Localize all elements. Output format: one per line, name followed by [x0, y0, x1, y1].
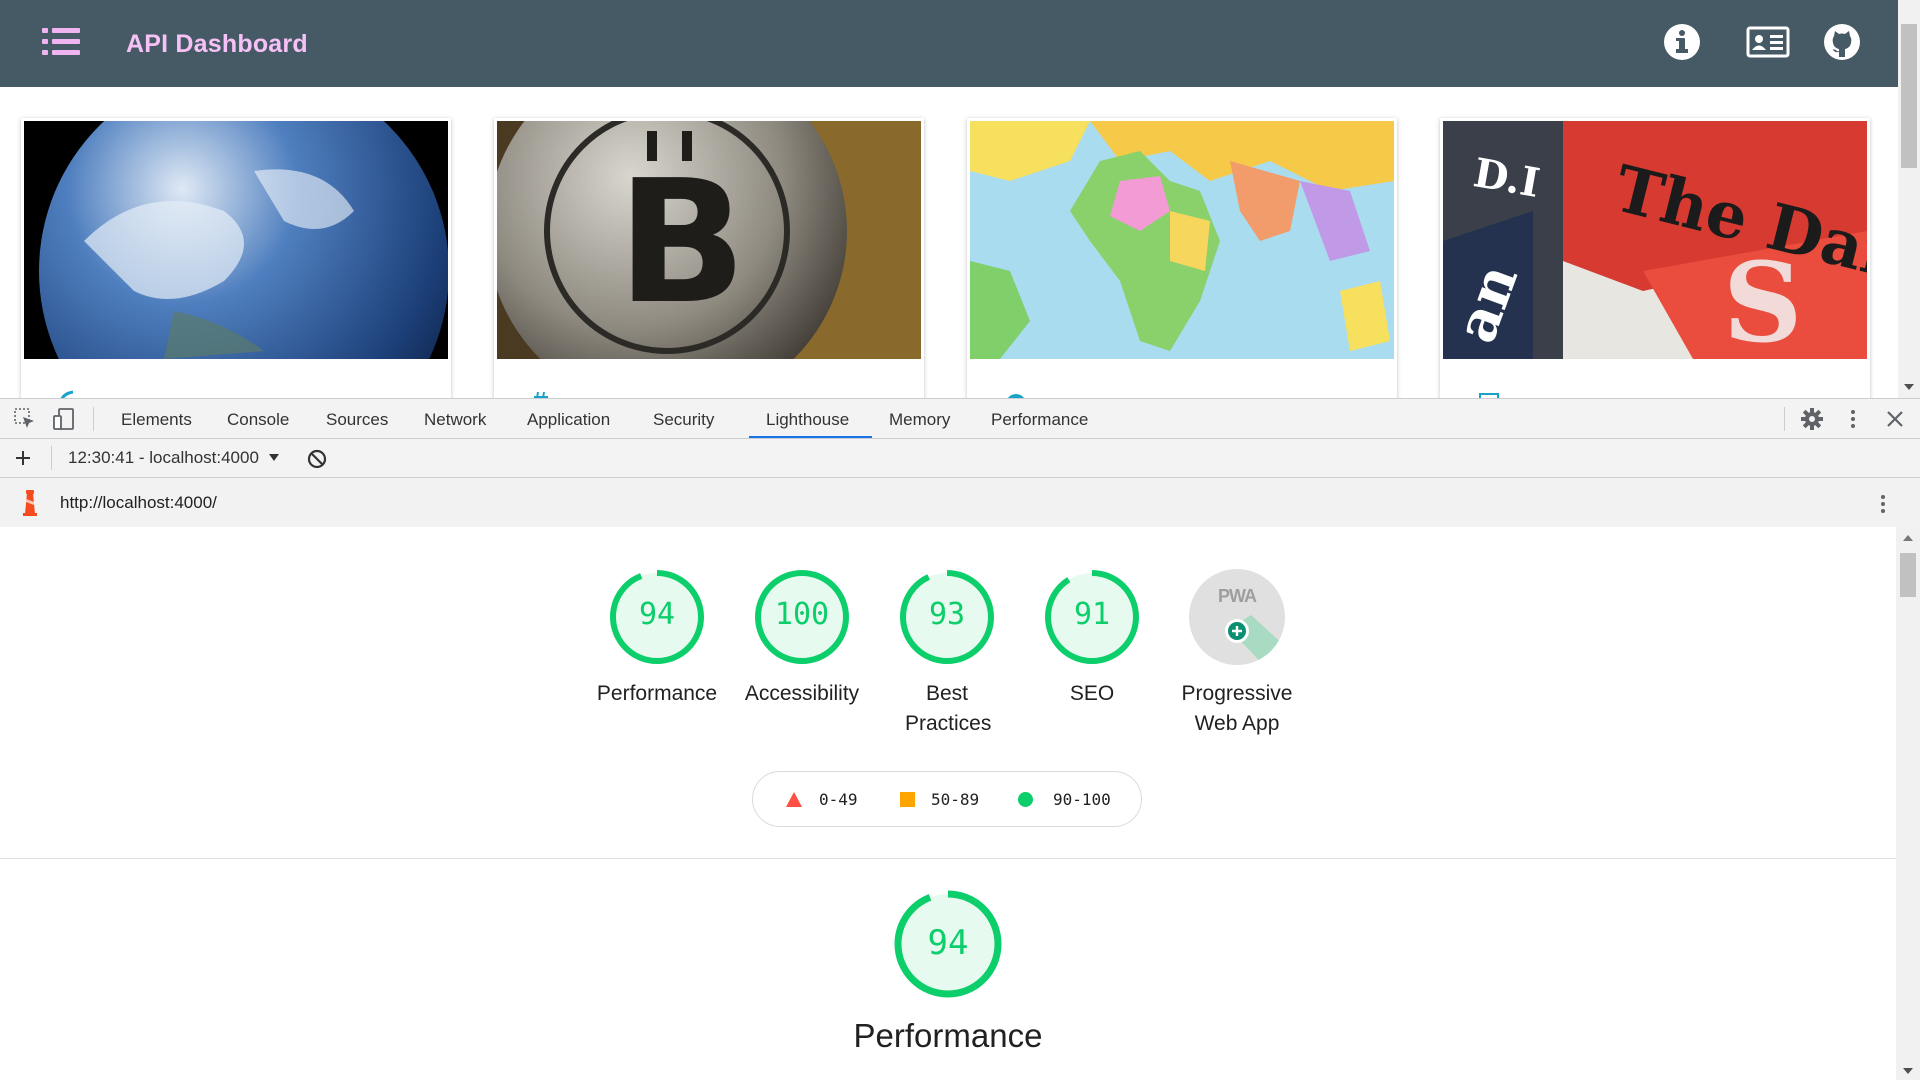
section-divider [0, 858, 1896, 859]
inspect-element-icon[interactable] [14, 408, 36, 435]
card-crypto[interactable]: B [494, 118, 924, 418]
gauge-performance-label: Performance [596, 682, 718, 705]
gauge-seo[interactable]: 91 [1044, 569, 1140, 665]
svg-text:S: S [1723, 238, 1802, 359]
card-countries[interactable] [967, 118, 1397, 418]
caret-down-icon [268, 454, 279, 461]
newspapers-image: The Dai D.I an S [1443, 121, 1867, 359]
average-square-icon [900, 792, 915, 807]
add-icon[interactable] [13, 448, 33, 473]
gauge-accessibility-label: Accessibility [744, 682, 860, 705]
performance-section-title: Performance [853, 1017, 1043, 1054]
lighthouse-toolbar: 12:30:41 - localhost:4000 [0, 439, 1920, 478]
performance-section-gauge[interactable]: 94 [893, 889, 1003, 999]
app-header: API Dashboard [0, 0, 1920, 87]
fail-triangle-icon [786, 792, 802, 812]
contact-card-icon[interactable] [1746, 22, 1790, 62]
report-scroll-down-arrow-icon[interactable] [1903, 1068, 1913, 1074]
tab-network[interactable]: Network [424, 410, 486, 430]
gauge-performance-score: 94 [638, 597, 676, 632]
scroll-up-arrow-icon[interactable] [1903, 535, 1913, 541]
tab-application[interactable]: Application [527, 410, 610, 430]
gauge-best-practices-score: 93 [928, 597, 966, 632]
bitcoin-image: B [497, 121, 921, 359]
tab-sources[interactable]: Sources [326, 410, 388, 430]
gauge-accessibility-score: 100 [774, 597, 830, 632]
gauge-best-practices-label: Best Practices [905, 682, 992, 735]
github-icon[interactable] [1822, 22, 1862, 62]
tab-memory[interactable]: Memory [889, 410, 950, 430]
info-icon[interactable] [1662, 22, 1702, 62]
tab-elements[interactable]: Elements [121, 410, 192, 430]
active-tab-indicator [749, 436, 872, 438]
gauge-seo-score: 91 [1073, 597, 1111, 632]
clear-block-icon[interactable] [306, 448, 328, 475]
devtools-tab-bar: Elements Console Sources Network Applica… [0, 398, 1920, 439]
more-vertical-icon[interactable] [1847, 407, 1859, 436]
report-select[interactable]: 12:30:41 - localhost:4000 [68, 448, 279, 468]
score-legend: 0-49 50-89 90-100 [752, 771, 1142, 827]
report-select-value: 12:30:41 - localhost:4000 [68, 448, 259, 467]
page-scrollbar[interactable] [1898, 0, 1920, 398]
scroll-down-arrow-icon[interactable] [1904, 384, 1914, 390]
report-scrollbar[interactable] [1896, 527, 1920, 1080]
tab-console[interactable]: Console [227, 410, 289, 430]
gauge-pwa-label: Progressive Web App [1181, 682, 1293, 735]
device-toolbar-icon[interactable] [52, 407, 76, 436]
earth-image [24, 121, 448, 359]
legend-average-range: 50-89 [931, 790, 980, 809]
menu-list-icon[interactable] [42, 28, 80, 56]
page-scrollbar-thumb[interactable] [1901, 24, 1917, 168]
world-map-image [970, 121, 1394, 359]
gauge-best-practices[interactable]: 93 [899, 569, 995, 665]
tab-security[interactable]: Security [653, 410, 714, 430]
gauge-pwa[interactable]: PWA [1189, 569, 1285, 665]
report-scrollbar-thumb[interactable] [1900, 553, 1916, 597]
svg-text:B: B [617, 144, 747, 342]
report-more-vertical-icon[interactable] [1877, 492, 1889, 521]
performance-section-score: 94 [927, 923, 969, 963]
legend-pass-range: 90-100 [1053, 790, 1111, 809]
pass-circle-icon [1018, 792, 1033, 807]
pwa-badge: PWA [1217, 586, 1257, 606]
gauge-accessibility[interactable]: 100 [754, 569, 850, 665]
tab-performance[interactable]: Performance [991, 410, 1088, 430]
card-news[interactable]: The Dai D.I an S [1440, 118, 1870, 418]
close-icon[interactable] [1885, 409, 1905, 434]
tab-lighthouse[interactable]: Lighthouse [766, 410, 849, 430]
report-url-bar: http://localhost:4000/ [0, 478, 1920, 527]
lighthouse-report: 94 Performance 100 Accessibility 93 Best… [0, 527, 1896, 1080]
gauge-performance[interactable]: 94 [609, 569, 705, 665]
gauge-seo-label: SEO [1069, 682, 1115, 705]
card-earth[interactable] [21, 118, 451, 418]
lighthouse-icon [20, 490, 40, 521]
report-url[interactable]: http://localhost:4000/ [60, 493, 217, 513]
app-title: API Dashboard [126, 30, 308, 58]
legend-fail-range: 0-49 [819, 790, 858, 809]
settings-gear-icon[interactable] [1800, 407, 1824, 436]
